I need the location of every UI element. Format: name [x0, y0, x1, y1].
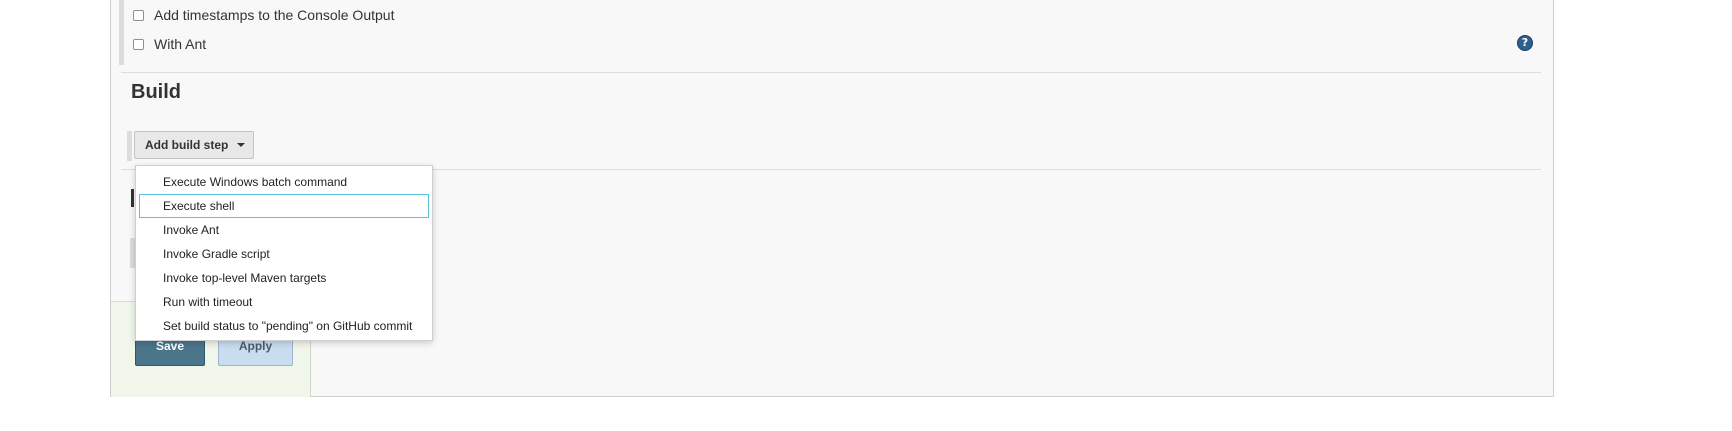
- post-build-section-title-fragment: [131, 189, 134, 207]
- add-build-step-label: Add build step: [145, 138, 229, 152]
- add-build-step-menu: Execute Windows batch command Execute sh…: [135, 165, 433, 341]
- with-ant-label: With Ant: [154, 36, 207, 52]
- add-build-step-button[interactable]: Add build step: [134, 131, 254, 159]
- build-step-indent-bar: [127, 131, 132, 161]
- option-add-timestamps[interactable]: Add timestamps to the Console Output: [133, 7, 394, 23]
- build-section-title: Build: [131, 81, 181, 103]
- menu-item-execute-windows-batch[interactable]: Execute Windows batch command: [139, 170, 429, 194]
- section-divider: [121, 72, 1541, 73]
- option-with-ant[interactable]: With Ant: [133, 36, 206, 52]
- add-timestamps-label: Add timestamps to the Console Output: [154, 7, 395, 23]
- with-ant-checkbox[interactable]: [133, 38, 144, 50]
- options-indent-bar: [119, 0, 124, 65]
- help-icon[interactable]: ?: [1517, 35, 1533, 51]
- menu-item-execute-shell[interactable]: Execute shell: [139, 194, 429, 218]
- menu-item-run-with-timeout[interactable]: Run with timeout: [139, 290, 429, 314]
- chevron-down-icon: [237, 143, 246, 147]
- menu-item-invoke-ant[interactable]: Invoke Ant: [139, 218, 429, 242]
- menu-item-invoke-gradle[interactable]: Invoke Gradle script: [139, 242, 429, 266]
- add-timestamps-checkbox[interactable]: [133, 9, 144, 21]
- menu-item-invoke-maven[interactable]: Invoke top-level Maven targets: [139, 266, 429, 290]
- menu-item-set-build-status-pending[interactable]: Set build status to "pending" on GitHub …: [139, 314, 429, 338]
